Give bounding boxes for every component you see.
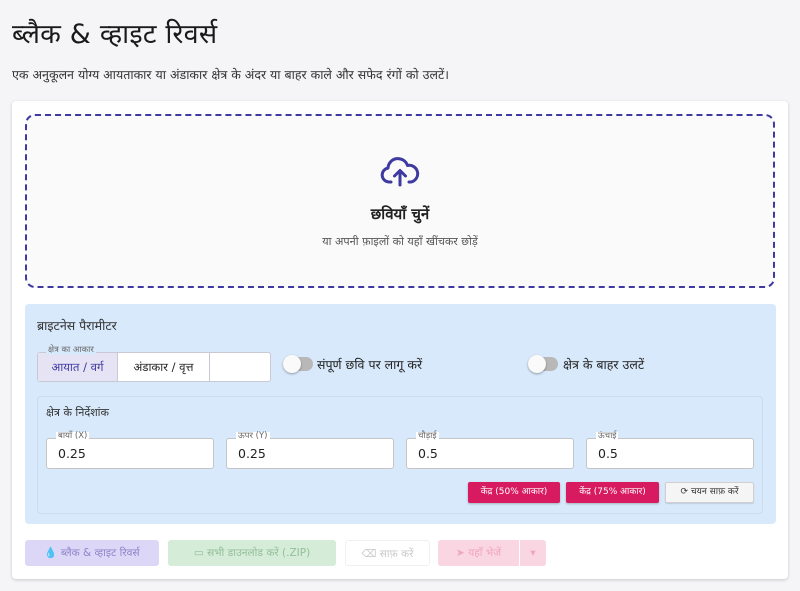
params-title: ब्राइटनेस पैरामीटर [37, 318, 117, 333]
download-zip-button[interactable]: ▭ सभी डाउनलोड करें (.ZIP) [168, 540, 336, 566]
image-dropzone[interactable] [25, 114, 775, 288]
height-value[interactable]: 0.5 [598, 446, 618, 461]
left-x-label: बायाँ (X) [56, 431, 90, 441]
clear-button[interactable]: ⌫ साफ़ करें [345, 540, 430, 566]
shape-option-ellipse[interactable]: अंडाकार / वृत्त [118, 353, 210, 381]
dropzone-title[interactable]: छवियाँ चुनें [0, 204, 800, 224]
send-menu-chevron-icon[interactable]: ▾ [520, 540, 546, 566]
center-75-button[interactable]: केंद्र (75% आकार) [566, 482, 659, 503]
drop-icon: 💧 [44, 547, 58, 559]
page-title: ब्लैक & व्हाइट रिवर्स [12, 19, 218, 50]
download-icon: ▭ [193, 547, 204, 559]
top-y-value[interactable]: 0.25 [238, 446, 266, 461]
download-zip-label: सभी डाउनलोड करें (.ZIP) [207, 547, 311, 559]
send-here-button[interactable]: ➤ यहाँ भेजें [438, 540, 519, 566]
shape-legend: क्षेत्र का आकार [46, 345, 96, 355]
left-x-value[interactable]: 0.25 [58, 446, 86, 461]
refresh-icon: ⟳ [680, 487, 689, 497]
reset-selection-label: चयन साफ़ करें [690, 487, 739, 497]
width-value[interactable]: 0.5 [418, 446, 438, 461]
dropzone-hint: या अपनी फ़ाइलों को यहाँ खींचकर छोड़ें [322, 235, 478, 248]
height-label: ऊंचाई [596, 431, 619, 441]
width-label: चौड़ाई [416, 431, 439, 441]
shape-option-rectangle[interactable]: आयात / वर्ग [38, 353, 118, 381]
bw-reverse-label: ब्लैक & व्हाइट रिवर्स [60, 547, 140, 559]
invert-outside-label: क्षेत्र के बाहर उलटें [563, 357, 645, 372]
center-50-button[interactable]: केंद्र (50% आकार) [468, 482, 560, 503]
apply-whole-image-label: संपूर्ण छवि पर लागू करें [317, 357, 423, 372]
clear-icon: ⌫ [361, 548, 377, 560]
toggle-knob [528, 355, 546, 373]
invert-outside-toggle[interactable] [528, 355, 558, 373]
toggle-knob [283, 355, 301, 373]
page-subtitle: एक अनुकूलन योग्य आयताकार या अंडाकार क्षे… [12, 67, 449, 82]
send-icon: ➤ [455, 547, 465, 559]
cloud-upload-icon[interactable] [380, 156, 420, 188]
apply-whole-image-toggle[interactable] [283, 355, 313, 373]
bw-reverse-button[interactable]: 💧 ब्लैक & व्हाइट रिवर्स [25, 540, 159, 566]
top-y-label: ऊपर (Y) [236, 431, 270, 441]
reset-selection-button[interactable]: ⟳ चयन साफ़ करें [665, 482, 754, 503]
clear-label: साफ़ करें [379, 548, 414, 560]
coords-title: क्षेत्र के निर्देशांक [46, 406, 109, 419]
send-here-label: यहाँ भेजें [468, 547, 502, 559]
